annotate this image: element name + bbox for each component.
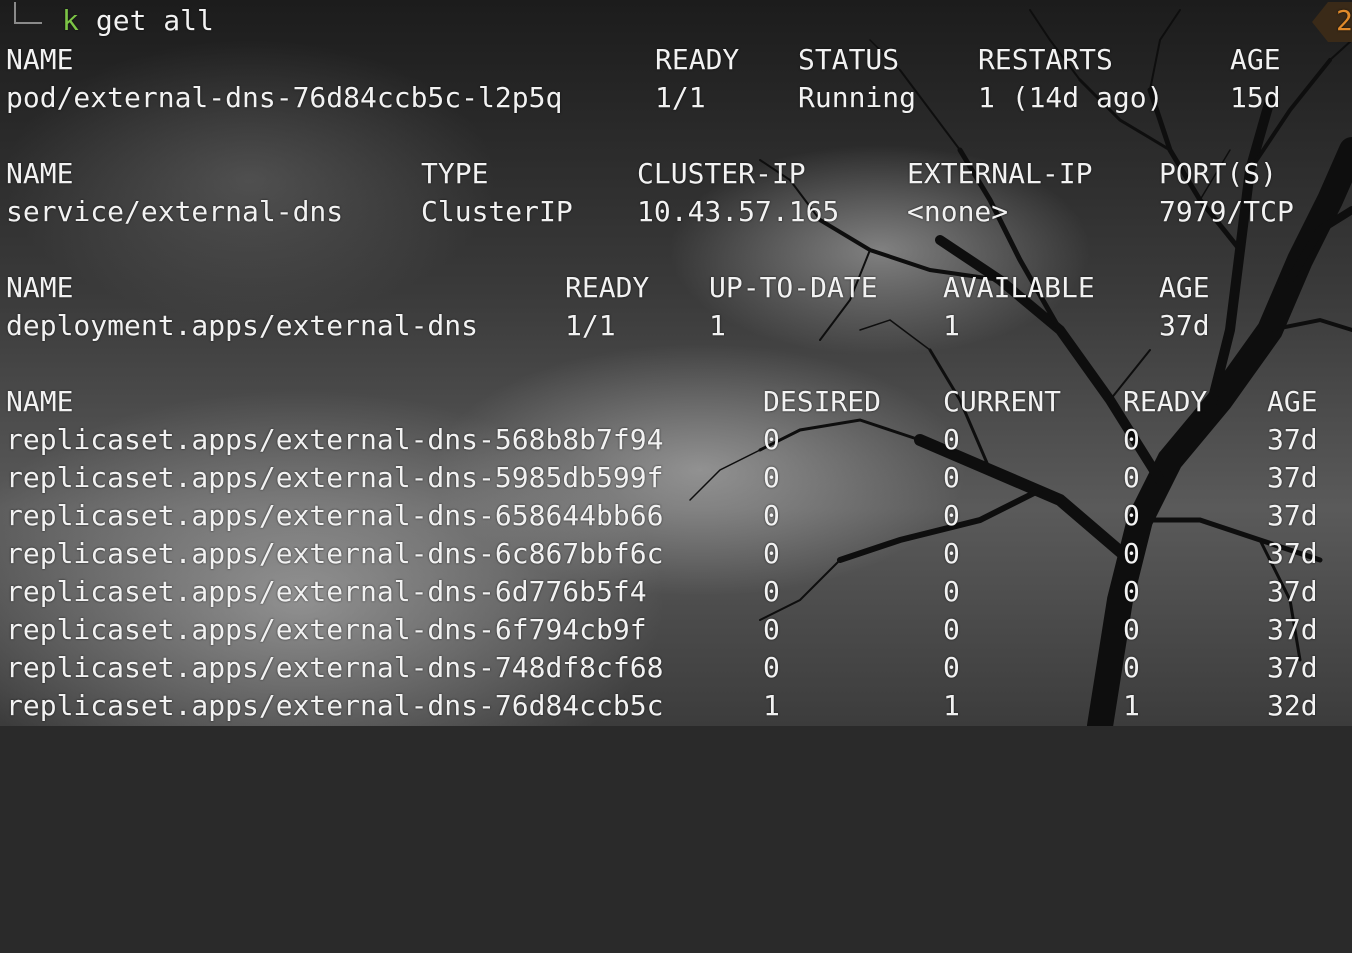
replicaset-current: 0 — [943, 537, 960, 570]
replicaset-name: replicaset.apps/external-dns-658644bb66 — [6, 499, 664, 532]
replicaset-name: replicaset.apps/external-dns-6f794cb9f — [6, 613, 647, 646]
service-type: ClusterIP — [421, 195, 573, 228]
pod-age: 15d — [1230, 81, 1281, 114]
services-header-name: NAME — [6, 157, 74, 190]
pod-restarts: 1 (14d ago) — [978, 81, 1164, 114]
service-name: service/external-dns — [6, 195, 344, 228]
replicaset-age: 37d — [1267, 499, 1318, 532]
pods-header-age: AGE — [1230, 43, 1281, 76]
replicaset-ready: 1 — [1123, 689, 1140, 722]
right-prompt-badge: 2 — [1312, 2, 1352, 42]
pods-row: pod/external-dns-76d84ccb5c-l2p5q 1/1 Ru… — [0, 79, 1352, 117]
replicasets-header-name: NAME — [6, 385, 74, 418]
pod-ready: 1/1 — [655, 81, 706, 114]
prompt-command-alias: k — [62, 4, 79, 37]
replicaset-age: 32d — [1267, 689, 1318, 722]
replicaset-desired: 0 — [763, 461, 780, 494]
replicaset-current: 0 — [943, 613, 960, 646]
deployments-header-row: NAME READY UP-TO-DATE AVAILABLE AGE — [0, 269, 1352, 307]
deployments-header-ready: READY — [565, 271, 650, 304]
replicaset-name: replicaset.apps/external-dns-76d84ccb5c — [6, 689, 664, 722]
deployments-row: deployment.apps/external-dns 1/1 1 1 37d — [0, 307, 1352, 345]
replicaset-desired: 0 — [763, 423, 780, 456]
service-cluster-ip: 10.43.57.165 — [637, 195, 840, 228]
prompt-command-args: get all — [79, 4, 214, 37]
pods-header-row: NAME READY STATUS RESTARTS AGE — [0, 41, 1352, 79]
services-row: service/external-dns ClusterIP 10.43.57.… — [0, 193, 1352, 231]
deployment-name: deployment.apps/external-dns — [6, 309, 479, 342]
services-header-row: NAME TYPE CLUSTER-IP EXTERNAL-IP PORT(S) — [0, 155, 1352, 193]
deployments-header-available: AVAILABLE — [943, 271, 1095, 304]
services-header-cluster-ip: CLUSTER-IP — [637, 157, 806, 190]
pods-header-status: STATUS — [798, 43, 900, 76]
deployments-header-age: AGE — [1159, 271, 1210, 304]
replicaset-age: 37d — [1267, 461, 1318, 494]
services-header-ports: PORT(S) — [1159, 157, 1278, 190]
replicaset-current: 0 — [943, 499, 960, 532]
services-header-external-ip: EXTERNAL-IP — [907, 157, 1093, 190]
replicasets-header-age: AGE — [1267, 385, 1318, 418]
replicaset-name: replicaset.apps/external-dns-6d776b5f4 — [6, 575, 647, 608]
replicaset-ready: 0 — [1123, 575, 1140, 608]
replicaset-row: replicaset.apps/external-dns-6c867bbf6c … — [0, 535, 1352, 573]
replicaset-row: replicaset.apps/external-dns-658644bb66 … — [0, 497, 1352, 535]
replicaset-current: 0 — [943, 423, 960, 456]
prompt-corner-glyph — [14, 2, 42, 24]
replicaset-current: 0 — [943, 651, 960, 684]
service-ports: 7979/TCP — [1159, 195, 1294, 228]
replicaset-row: replicaset.apps/external-dns-6f794cb9f 0… — [0, 611, 1352, 649]
replicaset-name: replicaset.apps/external-dns-6c867bbf6c — [6, 537, 664, 570]
replicaset-desired: 0 — [763, 651, 780, 684]
pod-status: Running — [798, 81, 917, 114]
deployment-available: 1 — [943, 309, 960, 342]
replicaset-row: replicaset.apps/external-dns-748df8cf68 … — [0, 649, 1352, 687]
deployments-header-name: NAME — [6, 271, 74, 304]
replicaset-current: 0 — [943, 461, 960, 494]
replicaset-age: 37d — [1267, 423, 1318, 456]
replicaset-name: replicaset.apps/external-dns-568b8b7f94 — [6, 423, 664, 456]
replicasets-header-desired: DESIRED — [763, 385, 882, 418]
replicaset-row: replicaset.apps/external-dns-76d84ccb5c … — [0, 687, 1352, 725]
services-header-type: TYPE — [421, 157, 489, 190]
replicaset-desired: 0 — [763, 537, 780, 570]
replicasets-header-ready: READY — [1123, 385, 1208, 418]
replicaset-desired: 0 — [763, 499, 780, 532]
replicaset-row: replicaset.apps/external-dns-6d776b5f4 0… — [0, 573, 1352, 611]
replicaset-desired: 1 — [763, 689, 780, 722]
replicaset-ready: 0 — [1123, 499, 1140, 532]
replicaset-name: replicaset.apps/external-dns-5985db599f — [6, 461, 664, 494]
terminal-output: k get all 2 NAME READY STATUS RESTARTS A… — [0, 0, 1352, 726]
replicaset-ready: 0 — [1123, 537, 1140, 570]
replicaset-desired: 0 — [763, 613, 780, 646]
replicaset-row: replicaset.apps/external-dns-5985db599f … — [0, 459, 1352, 497]
deployments-header-up-to-date: UP-TO-DATE — [709, 271, 878, 304]
replicaset-age: 37d — [1267, 651, 1318, 684]
deployment-ready: 1/1 — [565, 309, 616, 342]
pods-header-restarts: RESTARTS — [978, 43, 1113, 76]
replicaset-name: replicaset.apps/external-dns-748df8cf68 — [6, 651, 664, 684]
replicaset-row: replicaset.apps/external-dns-568b8b7f94 … — [0, 421, 1352, 459]
replicaset-ready: 0 — [1123, 613, 1140, 646]
replicaset-current: 0 — [943, 575, 960, 608]
deployment-age: 37d — [1159, 309, 1210, 342]
replicaset-desired: 0 — [763, 575, 780, 608]
replicasets-header-row: NAME DESIRED CURRENT READY AGE — [0, 383, 1352, 421]
replicaset-ready: 0 — [1123, 423, 1140, 456]
pods-header-ready: READY — [655, 43, 740, 76]
service-external-ip: <none> — [907, 195, 1009, 228]
replicaset-age: 37d — [1267, 575, 1318, 608]
deployment-up-to-date: 1 — [709, 309, 726, 342]
replicaset-ready: 0 — [1123, 651, 1140, 684]
replicaset-current: 1 — [943, 689, 960, 722]
replicaset-age: 37d — [1267, 613, 1318, 646]
prompt-line: k get all 2 — [0, 2, 1352, 42]
replicasets-header-current: CURRENT — [943, 385, 1062, 418]
pods-header-name: NAME — [6, 43, 74, 76]
replicaset-ready: 0 — [1123, 461, 1140, 494]
replicaset-age: 37d — [1267, 537, 1318, 570]
pod-name: pod/external-dns-76d84ccb5c-l2p5q — [6, 81, 563, 114]
